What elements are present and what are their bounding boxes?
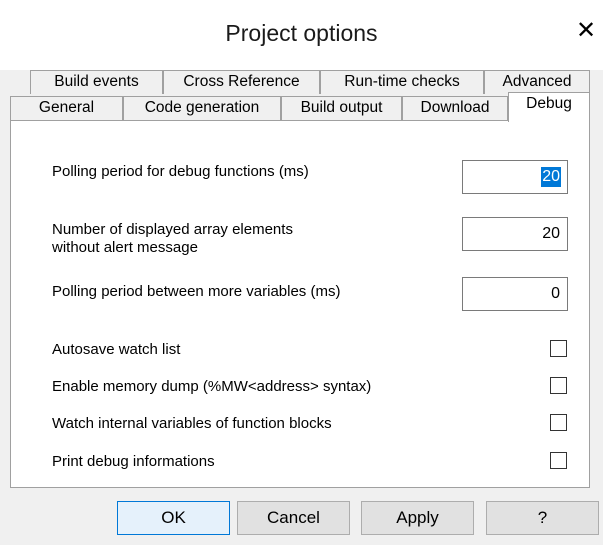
tab-build-output[interactable]: Build output	[281, 96, 402, 120]
print-debug-checkbox[interactable]	[550, 452, 567, 469]
tab-general[interactable]: General	[10, 96, 123, 120]
tab-build-events[interactable]: Build events	[30, 70, 163, 94]
tab-download[interactable]: Download	[402, 96, 508, 120]
autosave-watch-checkbox[interactable]	[550, 340, 567, 357]
memory-dump-label: Enable memory dump (%MW<address> syntax)	[52, 378, 372, 395]
array-elements-input[interactable]: 20	[462, 217, 568, 251]
polling-debug-input[interactable]: 20	[462, 160, 568, 194]
watch-internal-checkbox[interactable]	[550, 414, 567, 431]
tab-code-generation[interactable]: Code generation	[123, 96, 281, 120]
cancel-button[interactable]: Cancel	[237, 501, 350, 535]
polling-debug-value: 20	[541, 167, 561, 187]
array-elements-value: 20	[542, 225, 560, 242]
apply-button[interactable]: Apply	[361, 501, 474, 535]
print-debug-label: Print debug informations	[52, 453, 215, 470]
polling-debug-label: Polling period for debug functions (ms)	[52, 163, 309, 180]
polling-vars-label: Polling period between more variables (m…	[52, 283, 341, 300]
tab-run-time-checks[interactable]: Run-time checks	[320, 70, 484, 94]
memory-dump-checkbox[interactable]	[550, 377, 567, 394]
tab-advanced[interactable]: Advanced	[484, 70, 590, 94]
array-elements-label-line2: without alert message	[52, 239, 198, 256]
ok-button[interactable]: OK	[117, 501, 230, 535]
tab-debug[interactable]: Debug	[508, 92, 590, 122]
dialog-title: Project options	[225, 20, 378, 46]
watch-internal-label: Watch internal variables of function blo…	[52, 415, 332, 432]
polling-vars-input[interactable]: 0	[462, 277, 568, 311]
close-icon[interactable]: ✕	[572, 16, 600, 46]
polling-vars-value: 0	[551, 285, 560, 302]
tab-cross-reference[interactable]: Cross Reference	[163, 70, 320, 94]
autosave-watch-label: Autosave watch list	[52, 341, 181, 358]
array-elements-label-line1: Number of displayed array elements	[52, 221, 293, 238]
help-button[interactable]: ?	[486, 501, 599, 535]
